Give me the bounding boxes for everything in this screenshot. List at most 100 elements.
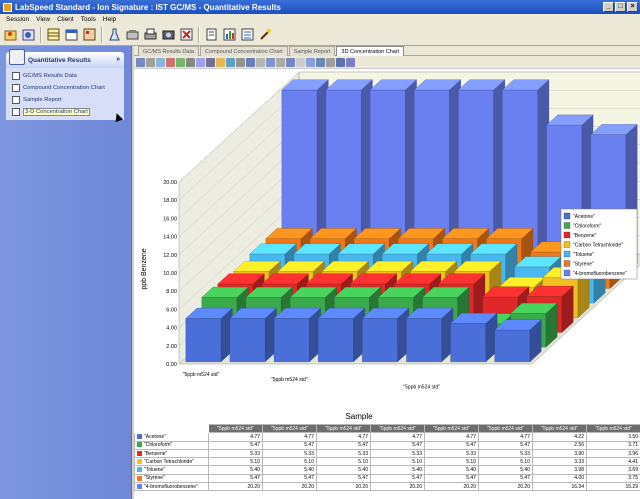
bar-front[interactable] [318,318,354,362]
chart-tool-10-icon[interactable] [226,57,235,67]
chart-tool-6-icon[interactable] [186,57,195,67]
minimize-button[interactable]: _ [603,2,614,12]
menu-client[interactable]: Client [57,16,74,23]
calendar-icon[interactable] [63,26,80,43]
chart-tool-5-icon[interactable] [176,57,185,67]
legend-label: "Benzene" [573,233,597,239]
table-cell: 5.47 [208,473,263,484]
chart-tool-21-icon[interactable] [336,57,345,67]
bar-front[interactable] [185,318,222,362]
chart-tool-13-icon[interactable] [256,57,265,67]
column-header[interactable]: "5ppb m524 std" [208,423,263,434]
instrument-icon[interactable] [124,26,141,43]
table-cell: 5.47 [478,440,533,450]
column-header[interactable]: "5ppb m524 std" [586,423,640,434]
chart-tool-20-icon[interactable] [326,57,335,67]
nav-item-3d-concentration-chart[interactable]: 3-D Concentration Chart [6,106,124,118]
open-icon[interactable] [2,26,19,43]
series-color-swatch [137,467,142,473]
chart-tool-18-icon[interactable] [306,57,315,67]
list-icon[interactable] [239,26,256,43]
chart-tool-3-icon[interactable] [156,57,165,67]
nav-item-gcms-results-data[interactable]: GC/MS Results Data [6,70,124,82]
bar-front[interactable] [406,318,442,362]
table-icon[interactable] [45,26,62,43]
maximize-button[interactable]: □ [615,2,626,12]
chart-tool-8-icon[interactable] [206,57,215,67]
chart-tool-9-icon[interactable] [216,57,225,67]
chart-icon[interactable] [221,26,238,43]
table-cell: 3.75 [586,473,640,484]
column-header[interactable]: "5ppb m524 std" [532,423,587,434]
tab-gcms-results-data[interactable]: GC/MS Results Data [138,46,200,56]
chart-tool-12-icon[interactable] [246,57,255,67]
tab-3d-concentration-chart[interactable]: 3D Concentration Chart [336,46,405,56]
tab-compound-concentration-chart[interactable]: Compound Concentration Chart [200,46,288,56]
table-cell: 3.50 [586,432,640,442]
menu-session[interactable]: Session [6,16,29,23]
menu-view[interactable]: View [36,16,50,23]
table-row: "Toluene" 5.40 5.40 5.40 5.40 5.40 5.40 3.98 3.6… [134,465,640,475]
table-cell: 4.77 [208,432,263,442]
tab-sample-report[interactable]: Sample Report [288,46,336,56]
wand-icon[interactable] [257,26,274,43]
x-category-label: "5ppb m524 std" [183,372,220,378]
column-header[interactable]: "5ppb m524 std" [478,423,533,434]
y-tick-label: 2.00 [166,344,177,350]
toolbar-separator [101,26,103,43]
column-header[interactable]: "5ppb m524 std" [370,423,425,434]
column-header[interactable]: "5ppb m524 std" [316,423,371,434]
chart-tool-22-icon[interactable] [346,57,355,67]
row-label-text: "Carbon Tetrachloride" [144,458,194,465]
row-label-text: "Styrene" [144,475,165,482]
legend-label: "4-bromofluorobenzene" [573,271,627,277]
row-label-text: "Toluene" [144,467,166,474]
quantitative-results-header[interactable]: Quantitative Results » [6,49,124,68]
table-cell: 5.47 [262,473,317,484]
chart-tool-7-icon[interactable] [196,57,205,67]
chart-tool-11-icon[interactable] [236,57,245,67]
grid-icon[interactable] [81,26,98,43]
session-icon[interactable] [20,26,37,43]
bar-front[interactable] [229,318,266,362]
legend-swatch [563,241,571,248]
table-cell: 3.69 [586,465,640,475]
column-header[interactable]: "5ppb m524 std" [262,423,317,434]
chart-tool-15-icon[interactable] [276,57,285,67]
toolbar-separator [40,26,42,43]
nav-item-sample-report[interactable]: Sample Report [6,94,124,106]
flask-icon[interactable] [106,26,123,43]
table-cell: 3.71 [586,440,640,450]
row-label-text: "Chloroform" [144,442,173,449]
collapse-chevron-icon[interactable]: » [116,56,120,63]
table-header-row: "5ppb m524 std" "5ppb m524 std" "5ppb m524… [134,423,640,434]
nav-item-compound-concentration-chart[interactable]: Compound Concentration Chart [6,82,124,94]
chart-tool-19-icon[interactable] [316,57,325,67]
table-cell: 4.77 [370,432,425,442]
chart-tool-17-icon[interactable] [296,57,305,67]
bar-front[interactable] [450,323,487,362]
table-cell: 4.00 [532,473,587,484]
bar-front[interactable] [362,318,398,362]
camera-icon[interactable] [160,26,177,43]
menu-help[interactable]: Help [103,16,116,23]
legend-swatch [563,231,571,239]
y-tick-label: 0.00 [166,362,177,368]
chart-tool-2-icon[interactable] [146,57,155,67]
bar-front[interactable] [273,318,310,362]
x-category-label: "5ppb m524 std" [271,377,308,383]
report-icon[interactable] [203,26,220,43]
cancel-icon[interactable] [178,26,195,43]
bar-front[interactable] [494,329,531,362]
menu-tools[interactable]: Tools [81,16,96,23]
printer-icon[interactable] [142,26,159,43]
chart-tool-16-icon[interactable] [286,57,295,67]
table-cell: 5.47 [424,473,479,484]
table-cell: 16.34 [532,482,587,492]
column-header[interactable]: "5ppb m524 std" [424,423,479,434]
close-button[interactable]: × [627,2,638,12]
chart-tool-1-icon[interactable] [136,57,145,67]
chart-tool-4-icon[interactable] [166,57,175,67]
benzene-derivatives-3d-chart: Benzene Derivatives0.002.004.006.008.001… [141,71,640,421]
chart-tool-14-icon[interactable] [266,57,275,67]
